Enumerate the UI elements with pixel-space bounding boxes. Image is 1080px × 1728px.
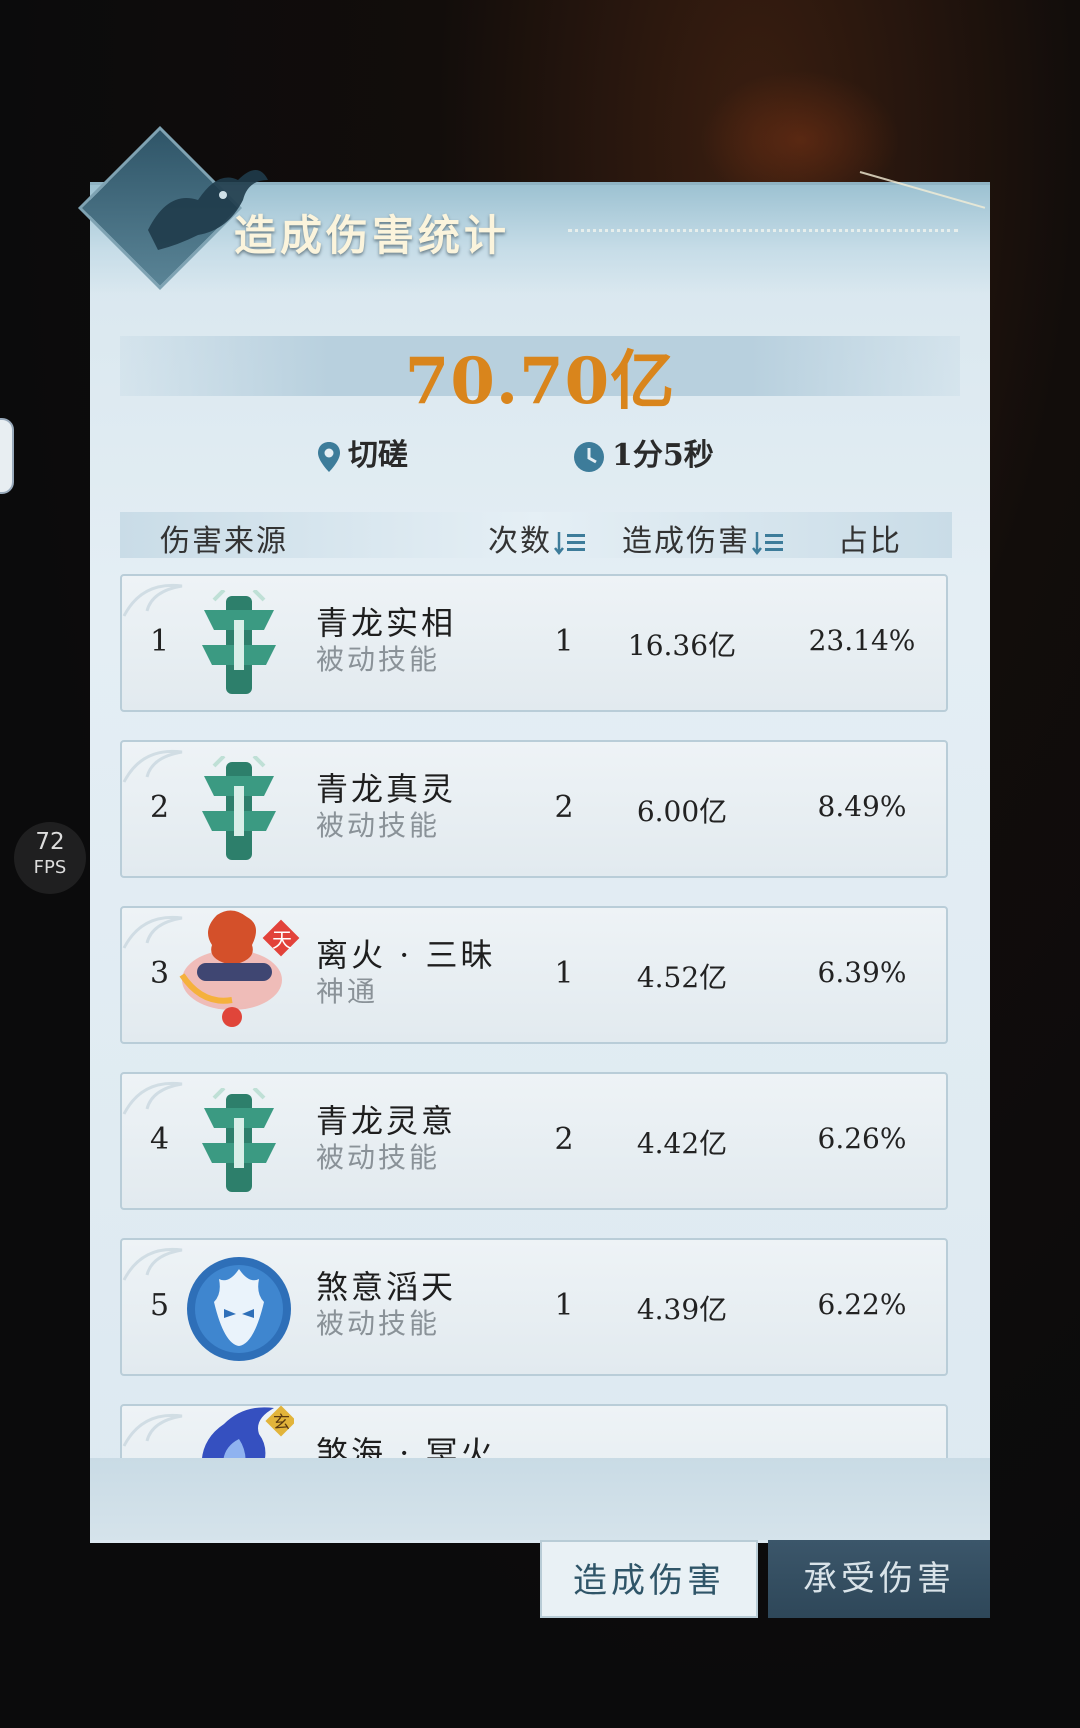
tier-badge: 玄 xyxy=(273,1413,290,1433)
clock-icon xyxy=(574,442,604,472)
header-damage-label: 造成伤害 xyxy=(622,524,750,559)
azure-dragon-icon xyxy=(202,1088,276,1192)
row-rank: 2 xyxy=(150,790,170,825)
fire-scroll-icon: 天 xyxy=(179,910,300,1027)
row-name: 煞海 · 冥火 xyxy=(316,1434,496,1460)
header-count[interactable]: 次数 xyxy=(488,516,588,560)
damage-source-list[interactable]: 1 青龙实相 被动技能 1 16.36亿 23.14% 2 青龙真灵 被动技能 … xyxy=(120,574,952,1460)
row-share: 23.14% xyxy=(808,624,916,657)
table-header: 伤害来源 次数 造成伤害 占比 xyxy=(120,512,952,560)
total-damage: 70.70亿 xyxy=(404,344,676,419)
row-type: 被动技能 xyxy=(316,809,441,842)
side-handle[interactable] xyxy=(0,418,14,494)
header-dotted-line xyxy=(568,229,958,232)
location-pin-icon xyxy=(318,442,340,472)
azure-dragon-icon xyxy=(202,756,276,860)
list-bottom-fade xyxy=(90,1458,990,1540)
header-source: 伤害来源 xyxy=(160,524,288,559)
row-damage: 16.36亿 xyxy=(627,629,737,662)
row-share: 6.22% xyxy=(817,1288,907,1321)
row-share: 6.39% xyxy=(817,956,907,989)
header-damage[interactable]: 造成伤害 xyxy=(622,516,786,560)
header-count-label: 次数 xyxy=(488,524,552,559)
fps-unit: FPS xyxy=(33,857,67,878)
table-row[interactable]: 1 青龙实相 被动技能 1 16.36亿 23.14% xyxy=(120,574,948,712)
fps-counter: 72 FPS xyxy=(14,822,86,894)
row-count: 1 xyxy=(554,956,574,991)
location-text: 切磋 xyxy=(348,438,408,473)
row-rank: 1 xyxy=(150,624,170,659)
row-share: 6.26% xyxy=(817,1122,907,1155)
row-type: 被动技能 xyxy=(316,1307,441,1340)
sort-icon[interactable] xyxy=(752,530,786,556)
row-rank: 3 xyxy=(150,956,170,991)
row-count: 2 xyxy=(554,1122,574,1157)
row-damage: 6.00亿 xyxy=(636,795,728,828)
table-row[interactable]: 玄 煞海 · 冥火 xyxy=(120,1404,948,1460)
azure-dragon-icon xyxy=(202,590,276,694)
tab-damage-dealt[interactable]: 造成伤害 xyxy=(540,1540,758,1618)
row-damage: 4.39亿 xyxy=(636,1293,728,1326)
tier-badge: 天 xyxy=(272,928,292,952)
header-share: 占比 xyxy=(838,524,902,559)
table-row[interactable]: 3 天 离火 · 三昧 神通 1 4.52亿 6.39% xyxy=(120,906,948,1044)
row-count: 1 xyxy=(554,624,574,659)
tab-damage-taken[interactable]: 承受伤害 xyxy=(768,1540,990,1618)
row-count: 2 xyxy=(554,790,574,825)
row-type: 被动技能 xyxy=(316,643,441,676)
row-damage: 4.52亿 xyxy=(636,961,728,994)
table-row[interactable]: 2 青龙真灵 被动技能 2 6.00亿 8.49% xyxy=(120,740,948,878)
blue-flame-icon: 玄 xyxy=(201,1405,294,1460)
row-type: 神通 xyxy=(316,975,379,1008)
row-rank: 4 xyxy=(150,1122,170,1157)
row-rank: 5 xyxy=(150,1288,170,1323)
location-info: 切磋 xyxy=(316,430,408,474)
table-row[interactable]: 5 煞意滔天 被动技能 1 4.39亿 6.22% xyxy=(120,1238,948,1376)
sort-icon[interactable] xyxy=(554,530,588,556)
panel-title: 造成伤害统计 xyxy=(234,211,511,260)
table-row[interactable]: 4 青龙灵意 被动技能 2 4.42亿 6.26% xyxy=(120,1072,948,1210)
time-text: 1分5秒 xyxy=(612,438,714,473)
row-type: 被动技能 xyxy=(316,1141,441,1174)
fps-value: 72 xyxy=(35,829,65,855)
row-share: 8.49% xyxy=(817,790,907,823)
time-info: 1分5秒 xyxy=(572,430,714,474)
demon-mask-icon xyxy=(187,1257,291,1361)
row-damage: 4.42亿 xyxy=(636,1127,728,1160)
row-count: 1 xyxy=(554,1288,574,1323)
